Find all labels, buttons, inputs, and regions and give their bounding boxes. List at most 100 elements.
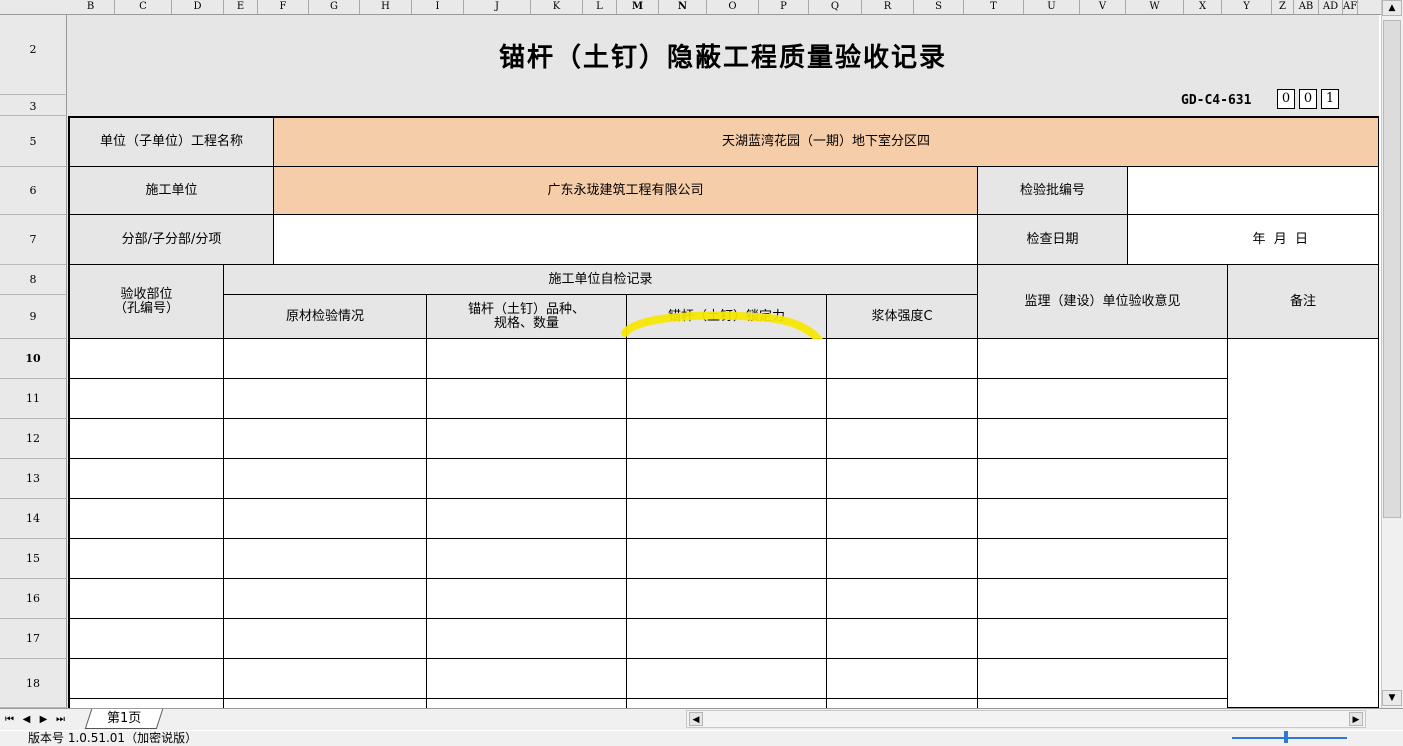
column-header-w[interactable]: W (1126, 0, 1184, 14)
grid-cell[interactable] (427, 419, 627, 459)
grid-cell[interactable] (978, 659, 1228, 699)
column-header-i[interactable]: I (412, 0, 464, 14)
grid-cell[interactable] (224, 539, 427, 579)
check-date-value[interactable]: 年 月 日 (1128, 215, 1379, 265)
grid-cell[interactable] (427, 619, 627, 659)
row-header-8[interactable]: 8 (0, 265, 66, 295)
grid-cell[interactable] (427, 499, 627, 539)
grid-cell[interactable] (224, 579, 427, 619)
row-header-9[interactable]: 9 (0, 295, 66, 339)
grid-cell[interactable] (978, 419, 1228, 459)
grid-cell[interactable] (627, 659, 827, 699)
grid-cell[interactable] (427, 339, 627, 379)
grid-cell[interactable] (224, 499, 427, 539)
grid-cell[interactable] (427, 659, 627, 699)
grid-cell[interactable] (978, 459, 1228, 499)
grid-cell[interactable] (70, 459, 224, 499)
prev-sheet-icon[interactable]: ◀ (19, 712, 34, 728)
grid-cell[interactable] (978, 499, 1228, 539)
grid-cell[interactable] (627, 619, 827, 659)
column-header-u[interactable]: U (1024, 0, 1080, 14)
grid-cell[interactable] (70, 619, 224, 659)
row-header-10[interactable]: 10 (0, 339, 66, 379)
column-header-q[interactable]: Q (809, 0, 862, 14)
grid-cell[interactable] (827, 499, 978, 539)
grid-cell[interactable] (224, 459, 427, 499)
grid-cell[interactable] (627, 419, 827, 459)
grid-cell[interactable] (70, 499, 224, 539)
grid-cell[interactable] (224, 699, 427, 708)
column-header-v[interactable]: V (1080, 0, 1126, 14)
row-header-13[interactable]: 13 (0, 459, 66, 499)
vertical-scroll-thumb[interactable] (1383, 20, 1401, 518)
batch-number-value[interactable] (1128, 167, 1379, 215)
grid-cell[interactable] (627, 379, 827, 419)
row-header-15[interactable]: 15 (0, 539, 66, 579)
row-header-18[interactable]: 18 (0, 659, 66, 708)
row-header-2[interactable]: 2 (0, 15, 66, 95)
column-header-j[interactable]: J (464, 0, 531, 14)
grid-cell[interactable] (827, 339, 978, 379)
grid-cell[interactable] (827, 419, 978, 459)
grid-cell[interactable] (978, 699, 1228, 708)
grid-cell[interactable] (427, 699, 627, 708)
grid-cell[interactable] (627, 339, 827, 379)
column-header-ab[interactable]: AB (1294, 0, 1319, 14)
column-header-y[interactable]: Y (1222, 0, 1272, 14)
scroll-right-button[interactable]: ▶ (1349, 712, 1363, 726)
row-header-16[interactable]: 16 (0, 579, 66, 619)
column-header-z[interactable]: Z (1272, 0, 1294, 14)
first-sheet-icon[interactable]: ⏮ (2, 712, 17, 728)
horizontal-scrollbar[interactable]: ◀ ▶ (686, 710, 1366, 728)
grid-cell[interactable] (978, 539, 1228, 579)
grid-cell[interactable] (224, 379, 427, 419)
grid-cell[interactable] (978, 339, 1228, 379)
scroll-left-button[interactable]: ◀ (689, 712, 703, 726)
project-name-value[interactable]: 天湖蓝湾花园（一期）地下室分区四 (274, 118, 1379, 167)
row-header-11[interactable]: 11 (0, 379, 66, 419)
zoom-slider[interactable] (1232, 737, 1347, 743)
last-sheet-icon[interactable]: ⏭ (53, 712, 68, 728)
next-sheet-icon[interactable]: ▶ (36, 712, 51, 728)
grid-cell[interactable] (627, 459, 827, 499)
grid-cell[interactable] (827, 459, 978, 499)
grid-cell[interactable] (978, 579, 1228, 619)
row-header-17[interactable]: 17 (0, 619, 66, 659)
grid-cell[interactable] (827, 659, 978, 699)
grid-cell[interactable] (627, 579, 827, 619)
row-header-7[interactable]: 7 (0, 215, 66, 265)
grid-cell[interactable] (827, 379, 978, 419)
column-header-h[interactable]: H (360, 0, 412, 14)
column-header-t[interactable]: T (964, 0, 1024, 14)
column-header-l[interactable]: L (583, 0, 617, 14)
grid-cell[interactable] (224, 339, 427, 379)
row-header-14[interactable]: 14 (0, 499, 66, 539)
tab-sheet-1[interactable]: 第1页 (84, 709, 164, 729)
division-value[interactable] (274, 215, 978, 265)
column-header-d[interactable]: D (172, 0, 224, 14)
grid-cell[interactable] (70, 699, 224, 708)
zoom-slider-thumb[interactable] (1284, 731, 1288, 743)
column-header-s[interactable]: S (914, 0, 964, 14)
grid-cell[interactable] (224, 419, 427, 459)
column-header-ad[interactable]: AD (1319, 0, 1343, 14)
worksheet[interactable]: 锚杆（土钉）隐蔽工程质量验收记录 GD-C4-631 0 0 1 单位（子单位）… (67, 15, 1379, 708)
grid-cell[interactable] (224, 659, 427, 699)
column-header-f[interactable]: F (258, 0, 309, 14)
grid-cell[interactable] (70, 539, 224, 579)
column-header-r[interactable]: R (862, 0, 914, 14)
grid-cell[interactable] (70, 579, 224, 619)
column-header-b[interactable]: B (67, 0, 115, 14)
grid-cell[interactable] (70, 379, 224, 419)
column-header-c[interactable]: C (115, 0, 172, 14)
grid-cell[interactable] (978, 379, 1228, 419)
column-header-o[interactable]: O (707, 0, 759, 14)
row-header-12[interactable]: 12 (0, 419, 66, 459)
grid-cell[interactable] (627, 499, 827, 539)
grid-cell[interactable] (978, 619, 1228, 659)
row-header-5[interactable]: 5 (0, 116, 66, 167)
row-header-3[interactable]: 3 (0, 95, 66, 116)
grid-cell[interactable] (627, 699, 827, 708)
grid-cell[interactable] (70, 659, 224, 699)
grid-cell[interactable] (427, 539, 627, 579)
